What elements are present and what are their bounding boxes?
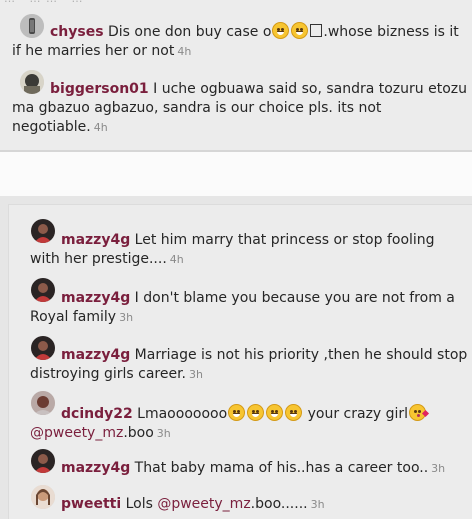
grin-emoji bbox=[291, 22, 309, 39]
comment-text: That baby mama of his..has a career too.… bbox=[130, 460, 429, 476]
comment-text-tail: .boo...... bbox=[250, 496, 308, 512]
comment-text-block: mazzy4g Marriage is not his priority ,th… bbox=[30, 346, 468, 384]
timestamp[interactable]: 3h bbox=[157, 427, 171, 440]
comment-text-block: chyses Dis one don buy case o .whose bizn… bbox=[12, 22, 468, 61]
comment-text-continued: your crazy girl bbox=[303, 406, 409, 422]
comment-text-block: mazzy4g I don't blame you because you ar… bbox=[30, 289, 468, 327]
timestamp[interactable]: 4h bbox=[170, 253, 184, 266]
comments-panel-top: … · … … · … chyses Dis one don buy case … bbox=[0, 0, 472, 152]
comment-text-block: mazzy4g That baby mama of his..has a car… bbox=[30, 459, 468, 478]
username-link[interactable]: chyses bbox=[50, 24, 104, 40]
cut-off-comment: … · … … · … bbox=[4, 0, 83, 6]
comment-text-block: biggerson01 I uche ogbuawa said so, sand… bbox=[12, 80, 468, 137]
timestamp[interactable]: 4h bbox=[177, 45, 191, 58]
username-link[interactable]: mazzy4g bbox=[61, 460, 130, 476]
tears-of-joy-emoji bbox=[228, 404, 246, 421]
grinning-sweat-emoji bbox=[272, 22, 290, 39]
comment-text: Dis one don buy case o bbox=[103, 24, 272, 40]
username-link[interactable]: mazzy4g bbox=[61, 290, 130, 306]
mention-link[interactable]: @pweety_mz bbox=[157, 496, 250, 512]
username-link[interactable]: pweetti bbox=[61, 496, 121, 512]
comment-text-block: pweetti Lols @pweety_mz.boo...... 3h bbox=[30, 495, 468, 514]
mention-link[interactable]: @pweety_mz bbox=[30, 425, 123, 441]
username-link[interactable]: mazzy4g bbox=[61, 347, 130, 363]
username-link[interactable]: biggerson01 bbox=[50, 81, 149, 97]
comment-text-block: dcindy22 Lmaooooooo your crazy girl @pwee… bbox=[30, 404, 468, 443]
comment-text-tail: .boo bbox=[123, 425, 154, 441]
username-link[interactable]: dcindy22 bbox=[61, 406, 133, 422]
comment-text: Lols bbox=[121, 496, 158, 512]
kissing-heart-emoji bbox=[409, 404, 430, 421]
comment-text: Lmaooooooo bbox=[132, 406, 228, 422]
divider-gap bbox=[0, 152, 472, 196]
comments-panel-bottom: mazzy4g Let him marry that princess or s… bbox=[8, 204, 472, 519]
tears-of-joy-emoji bbox=[285, 404, 303, 421]
missing-glyph-icon bbox=[310, 24, 323, 37]
tears-of-joy-emoji bbox=[247, 404, 265, 421]
comment-text-block: mazzy4g Let him marry that princess or s… bbox=[30, 231, 468, 269]
timestamp[interactable]: 4h bbox=[94, 121, 108, 134]
timestamp[interactable]: 3h bbox=[431, 462, 445, 475]
timestamp[interactable]: 3h bbox=[311, 498, 325, 511]
username-link[interactable]: mazzy4g bbox=[61, 232, 130, 248]
timestamp[interactable]: 3h bbox=[189, 368, 203, 381]
tears-of-joy-emoji bbox=[266, 404, 284, 421]
timestamp[interactable]: 3h bbox=[119, 311, 133, 324]
